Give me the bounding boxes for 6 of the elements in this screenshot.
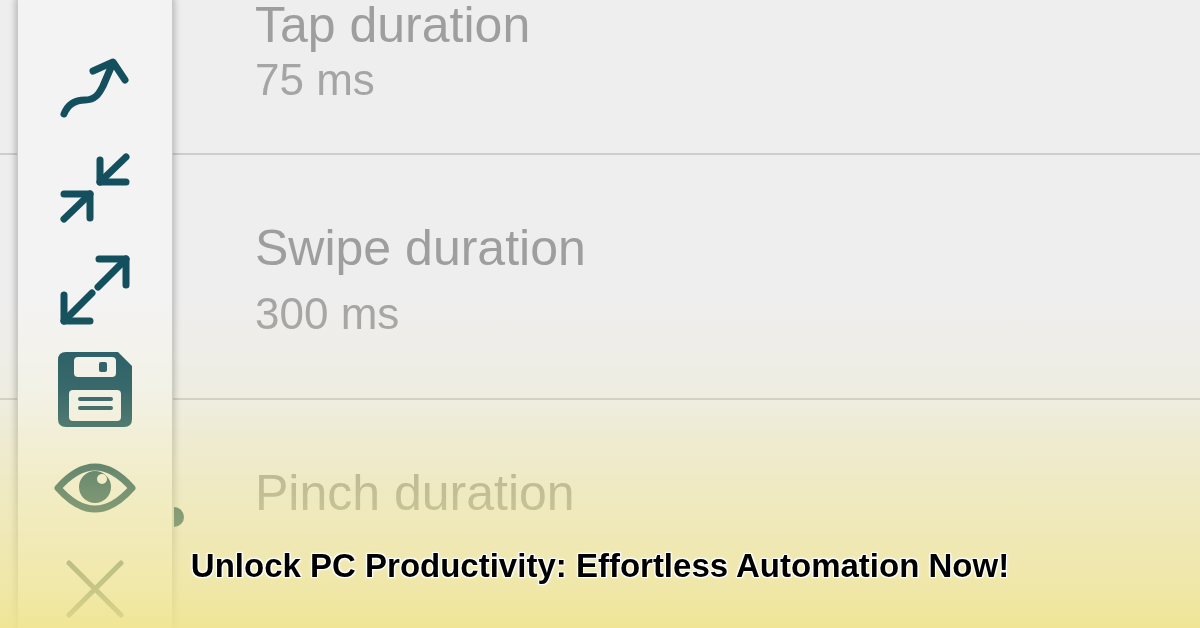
caption-title: Unlock PC Productivity: Effortless Automation Now! <box>190 549 1010 582</box>
setting-value: 300 ms <box>255 292 400 336</box>
setting-value: 75 ms <box>255 58 375 102</box>
save-icon[interactable] <box>58 352 132 427</box>
setting-title: Tap duration <box>255 0 531 50</box>
setting-title: Swipe duration <box>255 223 586 273</box>
